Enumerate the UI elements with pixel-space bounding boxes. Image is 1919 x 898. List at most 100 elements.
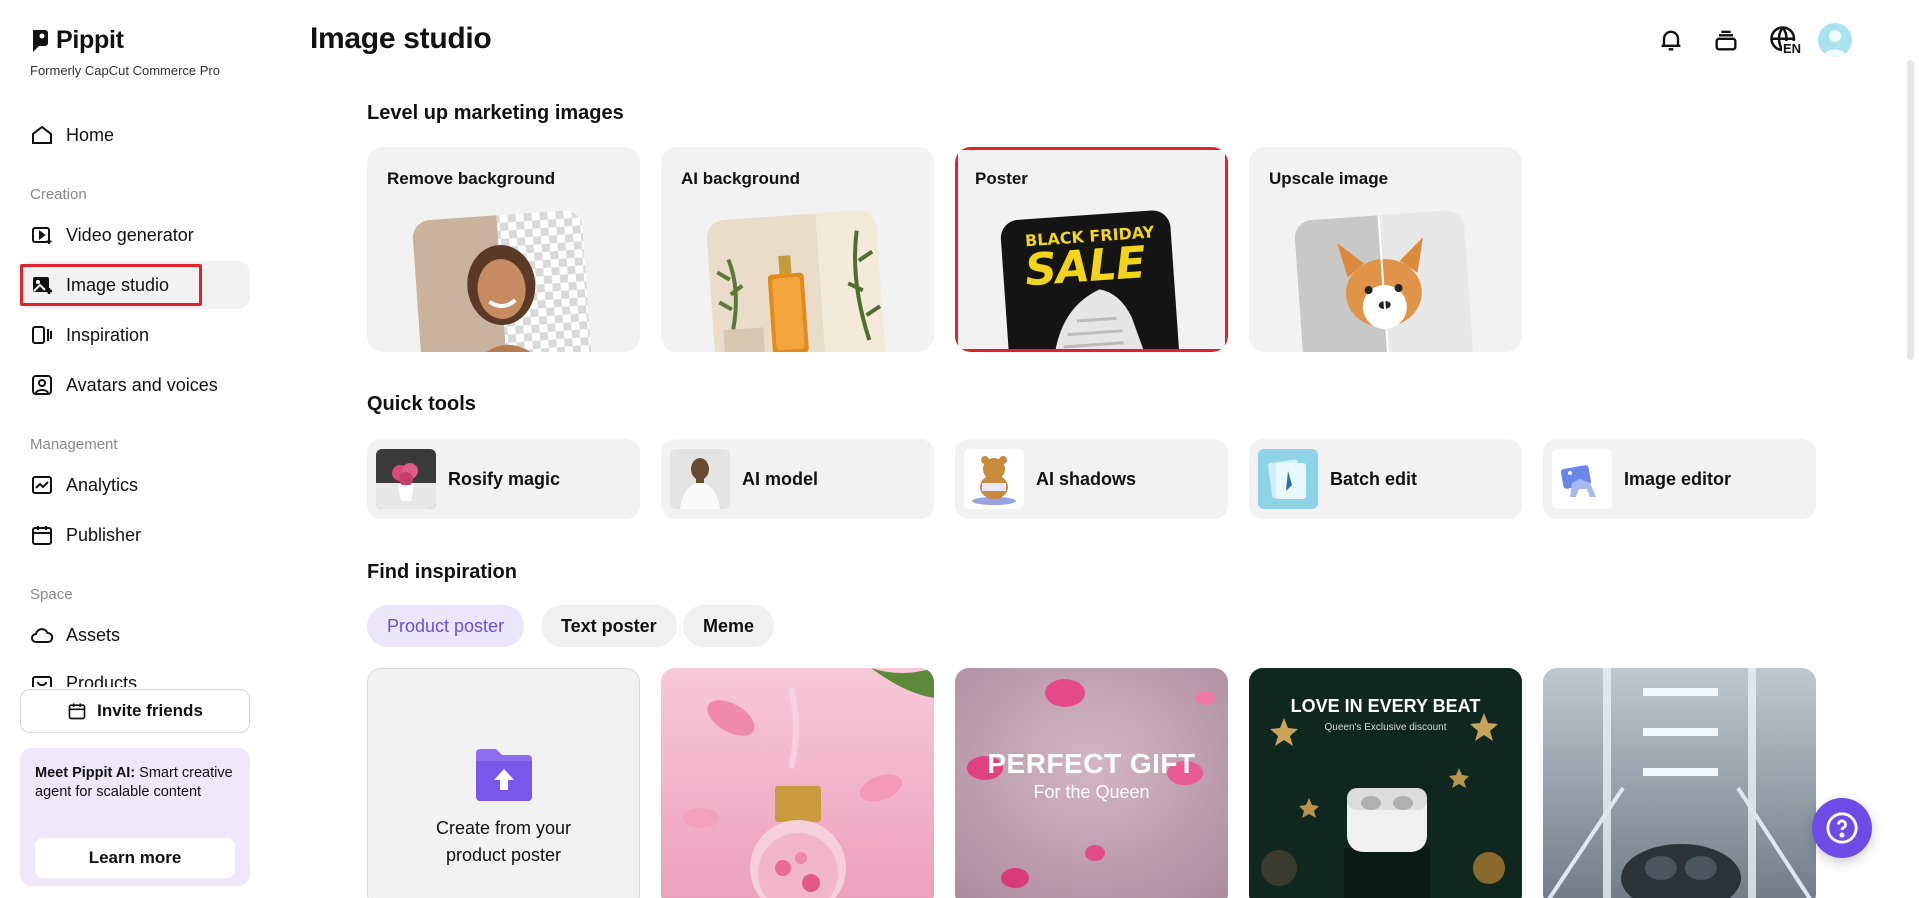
perfume-poster-image — [661, 668, 934, 898]
tool-batch-edit[interactable]: Batch edit — [1249, 439, 1522, 519]
language-button[interactable]: EN — [1764, 24, 1804, 56]
section-space: Space — [30, 586, 73, 603]
nav-inspiration-label: Inspiration — [66, 324, 150, 345]
section-creation: Creation — [30, 186, 87, 203]
promo-text: Meet Pippit AI: Smart creative agent for… — [35, 764, 235, 802]
nav-assets[interactable]: Assets — [20, 611, 250, 659]
image-studio-icon — [33, 277, 52, 294]
pippit-logo[interactable]: Pippit — [30, 26, 124, 55]
nav-products-label: Products — [66, 673, 138, 687]
user-avatar-icon — [1823, 30, 1847, 57]
image-editor-thumbnail — [1552, 449, 1612, 509]
pippit-ai-promo: Meet Pippit AI: Smart creative agent for… — [20, 748, 250, 886]
folder-upload-icon — [476, 749, 532, 801]
create-from-poster-label: Create from your product poster — [435, 818, 572, 865]
nav-image-studio-label: Image studio — [66, 274, 170, 295]
ai-background-thumbnail — [705, 209, 887, 352]
nav-publisher[interactable]: Publisher — [20, 511, 250, 559]
home-icon — [32, 125, 52, 144]
earbuds-poster-image — [1543, 668, 1816, 898]
inspiration-card-earbuds[interactable] — [1543, 668, 1816, 898]
love-beat-title: LOVE IN EVERY BEAT — [1290, 696, 1481, 716]
nav-products[interactable]: Products — [20, 661, 250, 687]
nav-analytics[interactable]: Analytics — [20, 461, 250, 509]
level-up-title: Level up marketing images — [367, 102, 624, 124]
bell-icon — [1661, 30, 1681, 51]
nav-avatars-voices[interactable]: Avatars and voices — [20, 361, 250, 409]
avatar-icon — [32, 375, 52, 395]
ai-shadows-label: AI shadows — [1036, 468, 1137, 489]
nav-image-studio[interactable]: Image studio — [20, 261, 250, 309]
nav-home[interactable]: Home — [20, 111, 250, 159]
nav-video-generator-label: Video generator — [66, 224, 194, 245]
ai-model-thumbnail — [670, 449, 730, 509]
page-title: Image studio — [310, 22, 492, 55]
poster-card[interactable]: Poster BLACK FRIDAY SALE — [955, 147, 1228, 352]
poster-thumbnail: BLACK FRIDAY SALE — [999, 209, 1181, 352]
nav-publisher-label: Publisher — [66, 524, 142, 545]
upscale-image-card[interactable]: Upscale image — [1249, 147, 1522, 352]
help-button[interactable] — [1812, 798, 1872, 858]
perfect-gift-subtitle: For the Queen — [1033, 782, 1150, 802]
love-beat-subtitle: Queen's Exclusive discount — [1324, 722, 1447, 733]
batch-edit-thumbnail — [1258, 449, 1318, 509]
ai-shadows-thumbnail — [964, 449, 1024, 509]
layers-button[interactable] — [1710, 24, 1742, 56]
promo-bold: Meet Pippit AI: — [35, 765, 136, 781]
nav-analytics-label: Analytics — [66, 474, 139, 495]
scrollbar-thumb[interactable] — [1907, 60, 1914, 360]
logo-text: Pippit — [56, 26, 124, 54]
upscale-image-label: Upscale image — [1269, 169, 1389, 188]
rosify-magic-label: Rosify magic — [448, 468, 561, 489]
tool-ai-model[interactable]: AI model — [661, 439, 934, 519]
quick-tools-title: Quick tools — [367, 393, 476, 415]
inspiration-card-perfect-gift[interactable]: PERFECT GIFT For the Queen — [955, 668, 1228, 898]
invite-friends-label: Invite friends — [97, 701, 203, 720]
inspiration-card-perfume[interactable] — [661, 668, 934, 898]
video-generator-icon — [32, 227, 52, 244]
tool-image-editor[interactable]: Image editor — [1543, 439, 1816, 519]
sidebar: Pippit Formerly CapCut Commerce Pro Home… — [0, 0, 260, 898]
invite-friends-button[interactable]: Invite friends — [20, 689, 250, 733]
ai-background-label: AI background — [681, 169, 801, 188]
nav-avatars-voices-label: Avatars and voices — [66, 374, 218, 395]
upscale-image-thumbnail — [1293, 209, 1475, 352]
layers-icon — [1715, 30, 1737, 51]
remove-background-label: Remove background — [387, 169, 556, 188]
ai-model-label: AI model — [742, 468, 819, 489]
tab-text-poster[interactable]: Text poster — [541, 605, 677, 647]
ai-background-card[interactable]: AI background — [661, 147, 934, 352]
rosify-magic-thumbnail — [376, 449, 436, 509]
pippit-logo-icon — [33, 29, 48, 52]
products-icon — [32, 676, 52, 687]
learn-more-button[interactable]: Learn more — [35, 838, 235, 878]
nav-inspiration[interactable]: Inspiration — [20, 311, 250, 359]
batch-edit-label: Batch edit — [1330, 468, 1418, 489]
notification-button[interactable] — [1655, 24, 1687, 56]
analytics-icon — [32, 476, 52, 494]
gift-calendar-icon — [68, 703, 86, 720]
cloud-icon — [31, 628, 54, 643]
page-scrollbar[interactable] — [1902, 0, 1919, 898]
language-label: EN — [1782, 41, 1803, 56]
image-editor-label: Image editor — [1624, 468, 1732, 489]
help-icon — [1826, 812, 1858, 844]
find-inspiration-title: Find inspiration — [367, 561, 517, 583]
user-avatar[interactable] — [1818, 23, 1852, 57]
remove-background-card[interactable]: Remove background — [367, 147, 640, 352]
tool-rosify-magic[interactable]: Rosify magic — [367, 439, 640, 519]
create-from-poster-card[interactable]: Create from your product poster — [367, 668, 640, 898]
perfect-gift-title: PERFECT GIFT — [987, 748, 1196, 779]
tab-product-poster[interactable]: Product poster — [367, 605, 525, 647]
nav-video-generator[interactable]: Video generator — [20, 211, 250, 259]
section-management: Management — [30, 436, 118, 453]
remove-background-thumbnail — [411, 209, 593, 352]
inspiration-card-love-beat[interactable]: LOVE IN EVERY BEAT Queen's Exclusive dis… — [1249, 668, 1522, 898]
poster-label: Poster — [975, 169, 1028, 188]
tab-meme[interactable]: Meme — [683, 605, 775, 647]
inspiration-icon — [32, 326, 52, 344]
nav-assets-label: Assets — [66, 624, 121, 645]
tool-ai-shadows[interactable]: AI shadows — [955, 439, 1228, 519]
calendar-icon — [32, 526, 52, 545]
logo-subtitle: Formerly CapCut Commerce Pro — [30, 63, 220, 78]
